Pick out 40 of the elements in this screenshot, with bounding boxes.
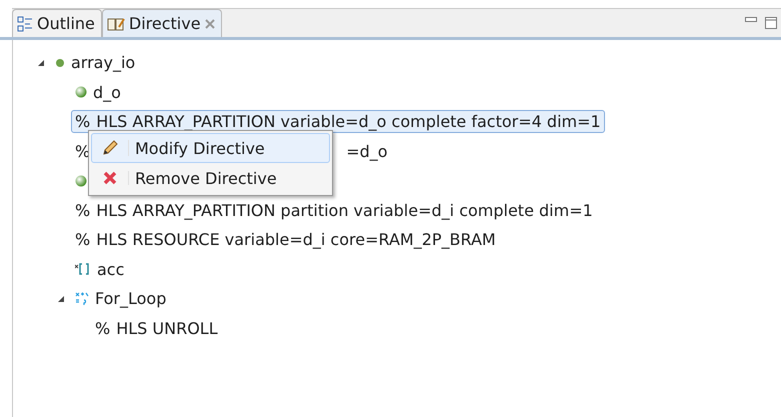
tab-label: Directive [128, 14, 201, 33]
percent-sign: % [75, 200, 90, 220]
tree-item-label: array_io [71, 53, 136, 72]
tree-item-label: HLS UNROLL [116, 318, 218, 338]
expanded-arrow-icon[interactable] [57, 294, 65, 303]
expanded-arrow-icon[interactable] [37, 58, 45, 67]
percent-sign: % [75, 112, 90, 132]
tab[interactable]: Outline [12, 9, 102, 37]
maximize-icon[interactable] [765, 17, 777, 29]
close-icon[interactable] [204, 18, 215, 28]
ball-icon [75, 86, 87, 98]
tree-item-label: HLS ARRAY_PARTITION partition variable=d_i complete dim=1 [96, 200, 593, 220]
percent-sign: % [75, 230, 90, 250]
tree-item-label: HLS RESOURCE variable=d_i core=RAM_2P_BRAM [96, 230, 496, 250]
tree-item-label: HLS ARRAY_PARTITION variable=d_o complete factor=4 dim=1 [96, 112, 601, 132]
tree-item[interactable]: array_io [51, 51, 140, 74]
close-icon [103, 171, 117, 185]
loop-icon [75, 290, 89, 307]
tree-item[interactable]: % HLS UNROLL [91, 316, 222, 340]
menu-item[interactable]: Remove Directive [91, 163, 330, 193]
tab-label: Outline [37, 14, 95, 33]
tree-item-label: acc [97, 260, 124, 279]
percent-sign: % [95, 318, 110, 338]
tree-item[interactable]: d_o [71, 80, 125, 104]
dot-icon [55, 58, 65, 68]
menu-item[interactable]: Modify Directive [91, 133, 330, 163]
tree-item[interactable]: For_Loop [71, 287, 170, 310]
tree-item[interactable]: % HLS ARRAY_PARTITION partition variable=d_i complete dim=1 [71, 198, 597, 222]
tree-item-label: For_Loop [95, 289, 166, 308]
selected-tree-item[interactable]: % HLS ARRAY_PARTITION variable=d_o complete factor=4 dim=1 [71, 110, 605, 134]
tab[interactable]: Directive [102, 9, 222, 37]
ball-icon [75, 174, 87, 187]
pencil-icon [102, 140, 118, 156]
tree-item[interactable]: acc [71, 258, 128, 281]
variable-icon [75, 262, 91, 276]
outline-icon [17, 16, 33, 32]
minimize-icon[interactable] [745, 17, 757, 23]
book-icon [106, 16, 125, 32]
tree-item-label: d_o [93, 82, 121, 102]
tree-item[interactable]: % HLS RESOURCE variable=d_i core=RAM_2P_BRAM [71, 228, 500, 252]
